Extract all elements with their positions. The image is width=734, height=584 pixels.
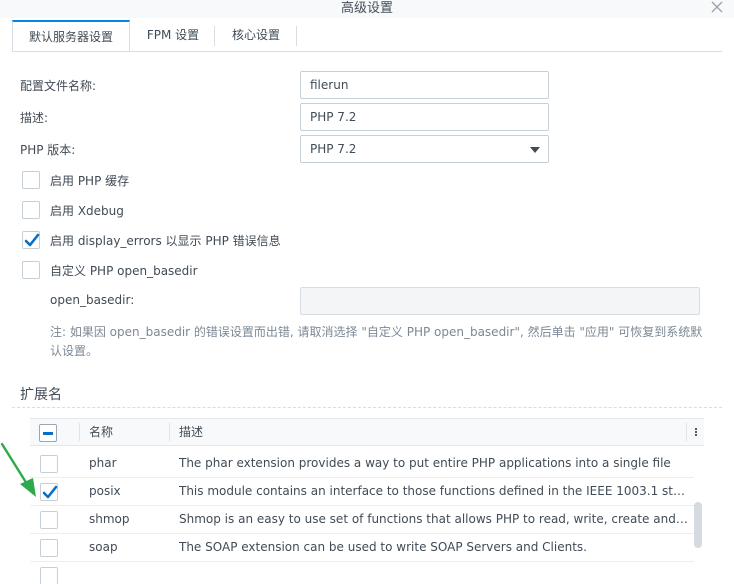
extension-description: This module contains an interface to tho…	[179, 484, 689, 498]
column-divider	[686, 423, 687, 441]
extension-checkbox[interactable]	[40, 483, 58, 501]
section-divider	[12, 407, 722, 408]
checkmark-icon	[42, 485, 58, 499]
close-icon[interactable]	[708, 0, 726, 16]
custom-open-basedir-label: 自定义 PHP open_basedir	[50, 264, 198, 278]
checkmark-icon	[24, 233, 40, 247]
enable-php-cache-checkbox[interactable]	[22, 171, 40, 189]
column-divider	[169, 423, 170, 441]
tab-core-settings[interactable]: 核心设置	[218, 20, 294, 52]
tab-underline	[12, 51, 722, 52]
dialog-titlebar: 高级设置	[0, 0, 734, 18]
enable-xdebug-label: 启用 Xdebug	[50, 204, 124, 218]
extension-checkbox[interactable]	[40, 511, 58, 529]
column-header-name[interactable]: 名称	[89, 419, 113, 445]
php-version-select[interactable]: PHP 7.2	[300, 135, 549, 163]
extension-name: shmop	[89, 512, 130, 526]
tab-fpm-settings[interactable]: FPM 设置	[134, 20, 212, 52]
tab-divider	[296, 26, 297, 46]
custom-open-basedir-checkbox[interactable]	[22, 261, 40, 279]
display-errors-checkbox[interactable]	[22, 231, 40, 249]
php-version-label: PHP 版本:	[20, 143, 76, 157]
table-row[interactable]: shmop Shmop is an easy to use set of fun…	[30, 506, 694, 534]
table-row[interactable]: phar The phar extension provides a way t…	[30, 450, 694, 478]
table-row[interactable]: posix This module contains an interface …	[30, 478, 694, 506]
dialog-title: 高级设置	[340, 1, 393, 16]
column-header-description[interactable]: 描述	[179, 419, 203, 445]
extension-name: phar	[89, 456, 117, 470]
tab-divider	[214, 26, 215, 46]
php-version-value: PHP 7.2	[310, 142, 357, 156]
tab-label: 核心设置	[231, 28, 280, 42]
extension-name: soap	[89, 540, 118, 554]
extension-description: The phar extension provides a way to put…	[179, 456, 671, 470]
extension-checkbox[interactable]	[40, 455, 58, 473]
select-all-checkbox[interactable]	[39, 424, 57, 442]
extension-checkbox[interactable]	[40, 567, 58, 584]
table-row[interactable]: soap The SOAP extension can be used to w…	[30, 534, 694, 562]
description-label: 描述:	[20, 111, 49, 125]
open-basedir-input[interactable]	[300, 287, 700, 315]
enable-xdebug-checkbox[interactable]	[22, 201, 40, 219]
table-row[interactable]	[30, 562, 694, 584]
column-divider	[79, 423, 80, 441]
extension-checkbox[interactable]	[40, 539, 58, 557]
more-vertical-icon[interactable]	[694, 424, 698, 440]
extension-description: Shmop is an easy to use set of functions…	[179, 512, 689, 526]
tab-label: FPM 设置	[146, 28, 200, 42]
extensions-table-header: 名称 描述	[30, 418, 704, 446]
enable-php-cache-label: 启用 PHP 缓存	[50, 174, 130, 188]
tab-label: 默认服务器设置	[28, 30, 113, 44]
annotation-arrow-icon	[0, 440, 40, 505]
chevron-down-icon	[530, 147, 540, 153]
open-basedir-note: 注: 如果因 open_basedir 的错误设置而出错, 请取消选择 "自定义…	[50, 325, 703, 358]
table-scrollbar[interactable]	[694, 502, 702, 548]
minus-icon	[43, 432, 53, 435]
extension-name: posix	[89, 484, 121, 498]
open-basedir-label: open_basedir:	[50, 293, 135, 307]
tab-default-server-settings[interactable]: 默认服务器设置	[12, 20, 130, 52]
profile-name-label: 配置文件名称:	[20, 79, 97, 93]
extension-description: The SOAP extension can be used to write …	[179, 540, 587, 554]
display-errors-label: 启用 display_errors 以显示 PHP 错误信息	[50, 234, 281, 248]
extensions-section-title: 扩展名	[20, 387, 62, 403]
profile-name-input[interactable]: filerun	[300, 71, 549, 99]
description-input[interactable]: PHP 7.2	[300, 103, 549, 131]
